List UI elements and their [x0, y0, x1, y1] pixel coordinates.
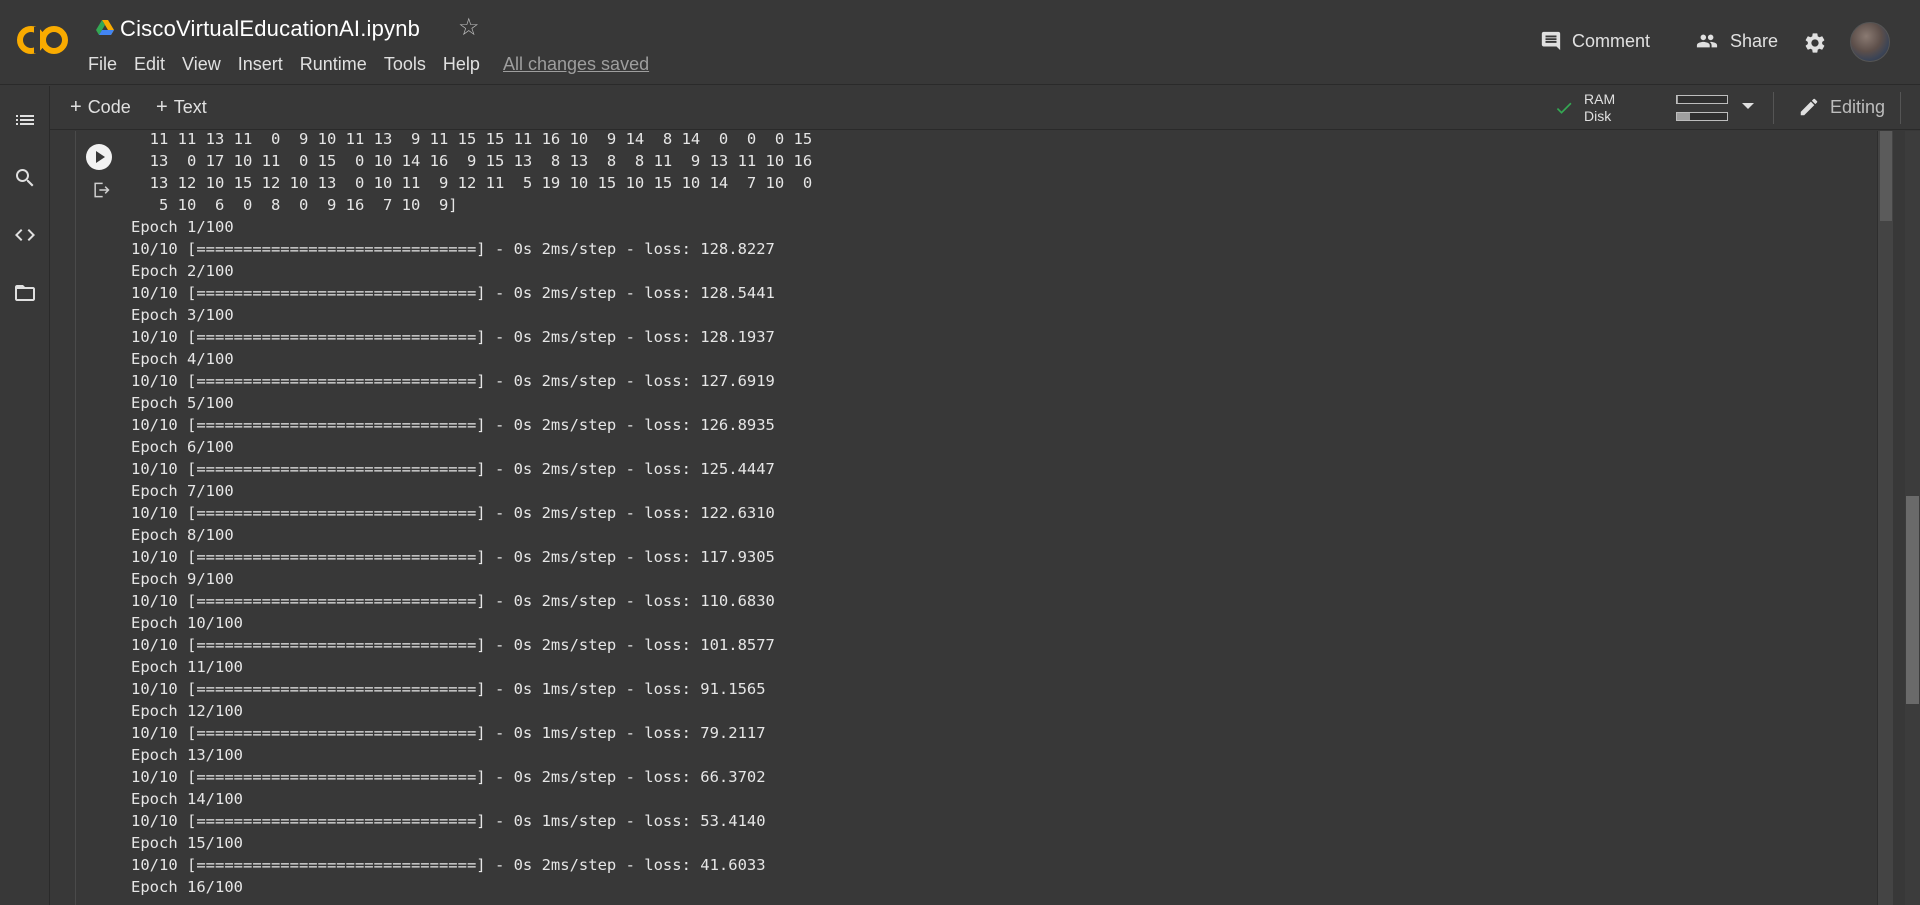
people-icon: [1696, 34, 1718, 48]
output-actions-icon[interactable]: [91, 180, 111, 200]
disk-label: Disk: [1584, 108, 1612, 124]
output-line: 13 0 17 10 11 0 15 0 10 14 16 9 15 13 8 …: [131, 152, 813, 170]
output-line: Epoch 6/100: [131, 438, 234, 456]
output-line: 10/10 [==============================] -…: [131, 460, 775, 478]
share-label: Share: [1730, 30, 1779, 51]
gear-icon[interactable]: [1803, 31, 1827, 55]
output-line: Epoch 12/100: [131, 702, 243, 720]
notebook-toolbar: + Code + Text RAM Disk Editing: [50, 86, 1920, 130]
output-line: Epoch 15/100: [131, 834, 243, 852]
save-status[interactable]: All changes saved: [503, 54, 649, 75]
menu-help[interactable]: Help: [443, 54, 480, 75]
share-button[interactable]: Share: [1694, 30, 1778, 52]
colab-logo-icon: [17, 26, 68, 54]
comment-button[interactable]: Comment: [1540, 30, 1650, 52]
output-line: 10/10 [==============================] -…: [131, 548, 775, 566]
cell-output: 11 11 13 11 0 9 10 11 13 9 11 15 15 11 1…: [131, 128, 1871, 898]
output-line: Epoch 5/100: [131, 394, 234, 412]
table-of-contents-icon[interactable]: [13, 108, 37, 132]
output-line: 10/10 [==============================] -…: [131, 372, 775, 390]
checkmark-icon: [1554, 98, 1574, 123]
add-text-button[interactable]: + Text: [156, 96, 207, 119]
app-header: CiscoVirtualEducationAI.ipynb ☆ File Edi…: [0, 0, 1920, 85]
output-line: 10/10 [==============================] -…: [131, 680, 766, 698]
editing-mode-button[interactable]: Editing: [1798, 96, 1885, 118]
output-line: Epoch 16/100: [131, 878, 243, 896]
divider: [1773, 92, 1774, 124]
output-line: 10/10 [==============================] -…: [131, 856, 766, 874]
search-icon[interactable]: [13, 166, 37, 190]
output-line: Epoch 2/100: [131, 262, 234, 280]
add-code-label: Code: [87, 97, 131, 117]
output-line: Epoch 9/100: [131, 570, 234, 588]
output-line: 10/10 [==============================] -…: [131, 284, 775, 302]
menu-tools[interactable]: Tools: [384, 54, 426, 75]
menu-file[interactable]: File: [88, 54, 117, 75]
disk-meter: [1676, 112, 1728, 121]
menu-bar: File Edit View Insert Runtime Tools Help: [88, 54, 497, 75]
output-line: 10/10 [==============================] -…: [131, 328, 775, 346]
output-line: 10/10 [==============================] -…: [131, 592, 775, 610]
plus-icon: +: [70, 96, 82, 118]
menu-runtime[interactable]: Runtime: [300, 54, 367, 75]
pencil-icon: [1800, 98, 1818, 116]
ram-meter: [1676, 95, 1728, 104]
output-line: Epoch 13/100: [131, 746, 243, 764]
output-line: 10/10 [==============================] -…: [131, 724, 766, 742]
output-line: 10/10 [==============================] -…: [131, 240, 775, 258]
left-sidebar: [0, 86, 50, 905]
output-scrollbar-thumb[interactable]: [1880, 131, 1892, 221]
star-icon[interactable]: ☆: [458, 14, 480, 42]
output-line: 10/10 [==============================] -…: [131, 636, 775, 654]
output-line: 10/10 [==============================] -…: [131, 504, 775, 522]
output-line: Epoch 8/100: [131, 526, 234, 544]
output-line: 10/10 [==============================] -…: [131, 416, 775, 434]
comment-icon: [1541, 31, 1561, 51]
comment-label: Comment: [1572, 30, 1651, 51]
page-scrollbar-thumb[interactable]: [1906, 496, 1919, 704]
avatar[interactable]: [1850, 22, 1890, 62]
output-line: 10/10 [==============================] -…: [131, 768, 766, 786]
run-cell-button[interactable]: [85, 143, 113, 171]
output-line: Epoch 4/100: [131, 350, 234, 368]
google-drive-icon: [96, 20, 114, 36]
plus-icon: +: [156, 96, 168, 118]
output-line: 10/10 [==============================] -…: [131, 812, 766, 830]
output-scrollbar[interactable]: [1877, 131, 1893, 905]
output-line: Epoch 7/100: [131, 482, 234, 500]
menu-insert[interactable]: Insert: [238, 54, 283, 75]
notebook-title[interactable]: CiscoVirtualEducationAI.ipynb: [120, 16, 420, 42]
ram-label: RAM: [1584, 91, 1616, 107]
add-code-button[interactable]: + Code: [70, 96, 131, 119]
folder-icon[interactable]: [13, 281, 37, 305]
divider: [1900, 92, 1901, 124]
output-line: 13 12 10 15 12 10 13 0 10 11 9 12 11 5 1…: [131, 174, 813, 192]
editing-label: Editing: [1830, 96, 1886, 117]
code-snippets-icon[interactable]: [13, 223, 37, 247]
play-icon: [86, 144, 112, 170]
menu-view[interactable]: View: [182, 54, 221, 75]
output-line: Epoch 1/100: [131, 218, 234, 236]
output-line: Epoch 11/100: [131, 658, 243, 676]
output-line: 11 11 13 11 0 9 10 11 13 9 11 15 15 11 1…: [131, 130, 813, 148]
colab-logo[interactable]: [16, 22, 72, 58]
output-line: 5 10 6 0 8 0 9 16 7 10 9]: [131, 196, 458, 214]
menu-edit[interactable]: Edit: [134, 54, 165, 75]
add-text-label: Text: [173, 97, 207, 117]
resources-dropdown-icon[interactable]: [1742, 103, 1754, 109]
output-line: Epoch 14/100: [131, 790, 243, 808]
output-line: Epoch 10/100: [131, 614, 243, 632]
output-line: Epoch 3/100: [131, 306, 234, 324]
resources-indicator[interactable]: RAM Disk: [1554, 91, 1754, 124]
